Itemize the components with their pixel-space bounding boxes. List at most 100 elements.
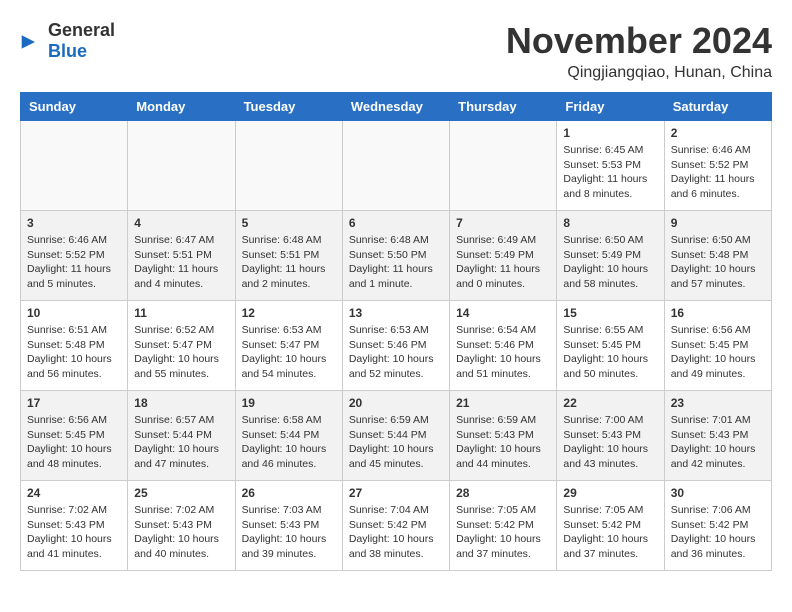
calendar-header-tuesday: Tuesday	[235, 93, 342, 121]
day-info: Sunrise: 6:46 AM Sunset: 5:52 PM Dayligh…	[27, 233, 121, 292]
day-info: Sunrise: 7:03 AM Sunset: 5:43 PM Dayligh…	[242, 503, 336, 562]
day-info: Sunrise: 6:57 AM Sunset: 5:44 PM Dayligh…	[134, 413, 228, 472]
day-number: 16	[671, 306, 765, 320]
calendar-cell	[450, 121, 557, 211]
location-title: Qingjiangqiao, Hunan, China	[506, 64, 772, 82]
day-info: Sunrise: 7:00 AM Sunset: 5:43 PM Dayligh…	[563, 413, 657, 472]
day-info: Sunrise: 6:53 AM Sunset: 5:46 PM Dayligh…	[349, 323, 443, 382]
calendar-cell: 4Sunrise: 6:47 AM Sunset: 5:51 PM Daylig…	[128, 211, 235, 301]
calendar-cell: 26 Sunrise: 7:03 AM Sunset: 5:43 PM Dayli…	[235, 481, 342, 571]
day-info: Sunrise: 6:53 AM Sunset: 5:47 PM Dayligh…	[242, 323, 336, 382]
day-number: 17	[27, 396, 121, 410]
calendar-header-row: SundayMondayTuesdayWednesdayThursdayFrid…	[21, 93, 772, 121]
calendar-cell: 2 Sunrise: 6:46 AM Sunset: 5:52 PM Daylig…	[664, 121, 771, 211]
calendar-cell: 27 Sunrise: 7:04 AM Sunset: 5:42 PM Dayli…	[342, 481, 449, 571]
day-number: 12	[242, 306, 336, 320]
day-number: 19	[242, 396, 336, 410]
calendar-cell: 13Sunrise: 6:53 AM Sunset: 5:46 PM Dayli…	[342, 301, 449, 391]
calendar-cell: 25Sunrise: 7:02 AM Sunset: 5:43 PM Dayli…	[128, 481, 235, 571]
day-number: 6	[349, 216, 443, 230]
day-info: Sunrise: 7:05 AM Sunset: 5:42 PM Dayligh…	[456, 503, 550, 562]
calendar-cell: 11 Sunrise: 6:52 AM Sunset: 5:47 PM Dayli…	[128, 301, 235, 391]
day-info: Sunrise: 6:45 AM Sunset: 5:53 PM Dayligh…	[563, 143, 657, 202]
calendar-cell: 15Sunrise: 6:55 AM Sunset: 5:45 PM Dayli…	[557, 301, 664, 391]
day-info: Sunrise: 6:48 AM Sunset: 5:51 PM Dayligh…	[242, 233, 336, 292]
day-number: 3	[27, 216, 121, 230]
calendar-header-saturday: Saturday	[664, 93, 771, 121]
day-number: 10	[27, 306, 121, 320]
calendar-header-sunday: Sunday	[21, 93, 128, 121]
day-number: 26	[242, 486, 336, 500]
calendar-cell: 14 Sunrise: 6:54 AM Sunset: 5:46 PM Dayli…	[450, 301, 557, 391]
calendar-cell: 3 Sunrise: 6:46 AM Sunset: 5:52 PM Daylig…	[21, 211, 128, 301]
calendar-cell: 21Sunrise: 6:59 AM Sunset: 5:43 PM Dayli…	[450, 391, 557, 481]
day-info: Sunrise: 6:56 AM Sunset: 5:45 PM Dayligh…	[671, 323, 765, 382]
day-number: 28	[456, 486, 550, 500]
calendar-header-friday: Friday	[557, 93, 664, 121]
logo-general: General	[48, 20, 115, 40]
calendar-cell: 16 Sunrise: 6:56 AM Sunset: 5:45 PM Dayli…	[664, 301, 771, 391]
calendar-week-row: 1 Sunrise: 6:45 AM Sunset: 5:53 PM Daylig…	[21, 121, 772, 211]
day-info: Sunrise: 6:52 AM Sunset: 5:47 PM Dayligh…	[134, 323, 228, 382]
day-number: 7	[456, 216, 550, 230]
calendar-cell: 9Sunrise: 6:50 AM Sunset: 5:48 PM Daylig…	[664, 211, 771, 301]
calendar-cell: 29 Sunrise: 7:05 AM Sunset: 5:42 PM Dayli…	[557, 481, 664, 571]
day-number: 20	[349, 396, 443, 410]
calendar-table: SundayMondayTuesdayWednesdayThursdayFrid…	[20, 92, 772, 571]
calendar-week-row: 3 Sunrise: 6:46 AM Sunset: 5:52 PM Daylig…	[21, 211, 772, 301]
day-info: Sunrise: 6:54 AM Sunset: 5:46 PM Dayligh…	[456, 323, 550, 382]
day-info: Sunrise: 6:58 AM Sunset: 5:44 PM Dayligh…	[242, 413, 336, 472]
calendar-cell: 8Sunrise: 6:50 AM Sunset: 5:49 PM Daylig…	[557, 211, 664, 301]
day-info: Sunrise: 6:56 AM Sunset: 5:45 PM Dayligh…	[27, 413, 121, 472]
calendar-cell: 1 Sunrise: 6:45 AM Sunset: 5:53 PM Daylig…	[557, 121, 664, 211]
day-info: Sunrise: 7:02 AM Sunset: 5:43 PM Dayligh…	[27, 503, 121, 562]
day-info: Sunrise: 6:47 AM Sunset: 5:51 PM Dayligh…	[134, 233, 228, 292]
page-header: ▶ General Blue November 2024 Qingjiangqi…	[20, 20, 772, 82]
day-info: Sunrise: 6:50 AM Sunset: 5:49 PM Dayligh…	[563, 233, 657, 292]
day-info: Sunrise: 6:46 AM Sunset: 5:52 PM Dayligh…	[671, 143, 765, 202]
calendar-cell: 6 Sunrise: 6:48 AM Sunset: 5:50 PM Daylig…	[342, 211, 449, 301]
day-info: Sunrise: 7:04 AM Sunset: 5:42 PM Dayligh…	[349, 503, 443, 562]
calendar-cell	[21, 121, 128, 211]
day-info: Sunrise: 7:05 AM Sunset: 5:42 PM Dayligh…	[563, 503, 657, 562]
day-number: 29	[563, 486, 657, 500]
day-info: Sunrise: 7:06 AM Sunset: 5:42 PM Dayligh…	[671, 503, 765, 562]
calendar-header-monday: Monday	[128, 93, 235, 121]
calendar-cell: 23 Sunrise: 7:01 AM Sunset: 5:43 PM Dayli…	[664, 391, 771, 481]
calendar-week-row: 17 Sunrise: 6:56 AM Sunset: 5:45 PM Dayli…	[21, 391, 772, 481]
calendar-cell: 19 Sunrise: 6:58 AM Sunset: 5:44 PM Dayli…	[235, 391, 342, 481]
day-number: 14	[456, 306, 550, 320]
month-title: November 2024	[506, 20, 772, 62]
day-number: 30	[671, 486, 765, 500]
day-number: 27	[349, 486, 443, 500]
day-number: 9	[671, 216, 765, 230]
day-info: Sunrise: 6:59 AM Sunset: 5:44 PM Dayligh…	[349, 413, 443, 472]
logo-blue: Blue	[48, 41, 87, 61]
day-number: 22	[563, 396, 657, 410]
day-info: Sunrise: 6:49 AM Sunset: 5:49 PM Dayligh…	[456, 233, 550, 292]
logo-icon: ▶	[20, 29, 44, 53]
day-info: Sunrise: 7:01 AM Sunset: 5:43 PM Dayligh…	[671, 413, 765, 472]
day-number: 18	[134, 396, 228, 410]
calendar-cell: 5 Sunrise: 6:48 AM Sunset: 5:51 PM Daylig…	[235, 211, 342, 301]
day-number: 23	[671, 396, 765, 410]
day-number: 2	[671, 126, 765, 140]
calendar-cell	[235, 121, 342, 211]
svg-text:▶: ▶	[22, 31, 36, 51]
calendar-cell: 18 Sunrise: 6:57 AM Sunset: 5:44 PM Dayli…	[128, 391, 235, 481]
calendar-header-wednesday: Wednesday	[342, 93, 449, 121]
calendar-header-thursday: Thursday	[450, 93, 557, 121]
day-number: 11	[134, 306, 228, 320]
logo: ▶ General Blue	[20, 20, 115, 62]
day-number: 1	[563, 126, 657, 140]
calendar-cell	[342, 121, 449, 211]
calendar-cell	[128, 121, 235, 211]
calendar-cell: 24Sunrise: 7:02 AM Sunset: 5:43 PM Dayli…	[21, 481, 128, 571]
calendar-cell: 22 Sunrise: 7:00 AM Sunset: 5:43 PM Dayli…	[557, 391, 664, 481]
day-info: Sunrise: 6:48 AM Sunset: 5:50 PM Dayligh…	[349, 233, 443, 292]
calendar-cell: 30 Sunrise: 7:06 AM Sunset: 5:42 PM Dayli…	[664, 481, 771, 571]
calendar-week-row: 10Sunrise: 6:51 AM Sunset: 5:48 PM Dayli…	[21, 301, 772, 391]
calendar-cell: 28 Sunrise: 7:05 AM Sunset: 5:42 PM Dayli…	[450, 481, 557, 571]
day-number: 5	[242, 216, 336, 230]
day-number: 25	[134, 486, 228, 500]
